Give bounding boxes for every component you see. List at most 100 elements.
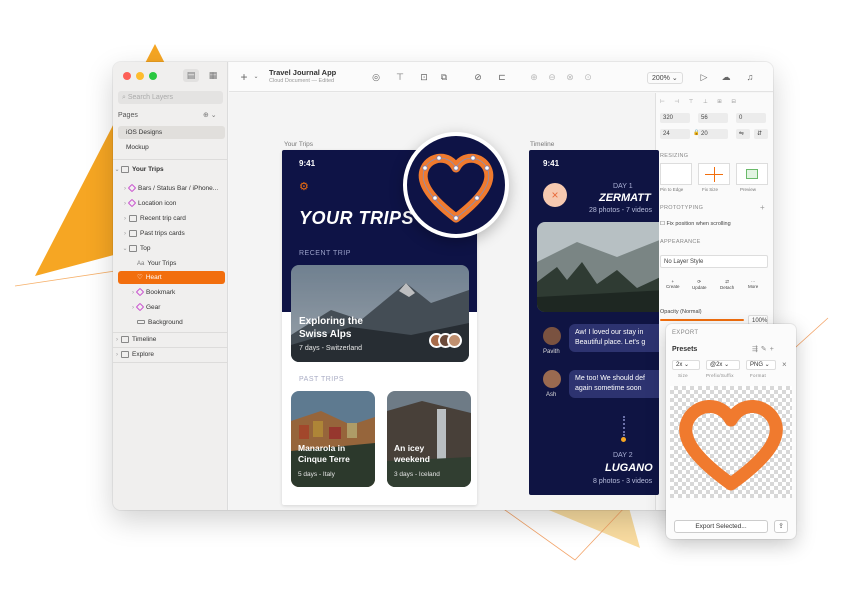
zoom-select[interactable]: 200% ⌄ <box>647 72 683 84</box>
layer-location-icon[interactable]: › Location icon <box>113 197 228 210</box>
y-position-field[interactable]: 56 <box>698 113 728 123</box>
chevron-right-icon[interactable]: › <box>121 228 129 241</box>
eyedropper-icon[interactable]: ✎ <box>761 346 770 353</box>
layer-label: Bars / Status Bar / iPhone... <box>138 185 219 192</box>
layers-view-icon[interactable]: ▤ <box>183 69 199 82</box>
artboard-timeline[interactable]: 9:41 × DAY 1 ZERMATT 28 photos - 7 video… <box>529 150 659 495</box>
flip-vertical-icon[interactable]: ⇵ <box>754 129 768 139</box>
fix-size-control[interactable] <box>698 163 730 185</box>
add-page-icon[interactable]: ⊕ ⌄ <box>203 111 217 119</box>
layer-heart[interactable]: ♡ Heart <box>118 271 225 284</box>
add-icon[interactable]: + <box>770 346 777 353</box>
close-icon[interactable]: × <box>543 183 567 207</box>
intersect-icon[interactable]: ⊗ <box>565 72 575 82</box>
create-style-button[interactable]: + Create <box>666 279 680 289</box>
detach-style-button[interactable]: ⇄ Detach <box>720 279 734 290</box>
opacity-slider[interactable] <box>660 319 744 321</box>
detach-label: Detach <box>720 285 735 290</box>
layer-your-trips-text[interactable]: Aa Your Trips <box>113 257 228 270</box>
width-field[interactable]: 24 <box>660 129 690 139</box>
export-prefix-value: @2x <box>710 362 723 368</box>
page-label: Mockup <box>126 144 149 151</box>
minimize-window-button[interactable] <box>136 72 144 80</box>
group-icon[interactable]: ⧉ <box>439 72 449 82</box>
layer-label: Explore <box>132 351 155 358</box>
height-field[interactable]: 20 <box>698 129 728 139</box>
insert-plus-icon[interactable]: + <box>239 71 249 83</box>
export-size-select[interactable]: 2x ⌄ <box>672 360 700 370</box>
grid-icon[interactable]: ⊡ <box>419 72 429 82</box>
layer-recent-trip-card[interactable]: › Recent trip card <box>113 212 228 225</box>
search-layers-input[interactable]: ⌕ Search Layers <box>118 91 223 104</box>
components-view-icon[interactable]: ▦ <box>205 69 221 82</box>
rotation-field[interactable]: 0 <box>736 113 766 123</box>
subtract-icon[interactable]: ⊖ <box>547 72 557 82</box>
layer-artboard-timeline[interactable]: › Timeline <box>113 333 228 346</box>
gear-icon[interactable]: ⚙ <box>299 180 309 193</box>
layer-bookmark[interactable]: › Bookmark <box>113 286 228 299</box>
fix-size-indicator <box>714 167 715 182</box>
stamp-icon[interactable]: ⊤ <box>395 72 405 82</box>
format-caption: Format <box>750 373 767 378</box>
zoom-window-button[interactable] <box>149 72 157 80</box>
recent-trip-card[interactable]: Exploring the Swiss Alps 7 days - Switzer… <box>291 265 469 362</box>
chevron-right-icon[interactable]: › <box>121 198 129 211</box>
trip-companions-avatars <box>429 333 465 351</box>
pin-to-edge-control[interactable] <box>660 163 692 185</box>
x-position-field[interactable]: 320 <box>660 113 690 123</box>
chevron-down-icon[interactable]: ⌄ <box>113 164 121 177</box>
past-trip-card[interactable]: An icey weekend 3 days - Iceland <box>387 391 471 487</box>
play-icon[interactable]: ▷ <box>699 72 709 82</box>
chevron-right-icon[interactable]: › <box>129 287 137 300</box>
artboard-label-your-trips: Your Trips <box>284 141 314 148</box>
fix-position-checkbox[interactable]: ☐ Fix position when scrolling <box>660 221 731 227</box>
export-prefix-field[interactable]: @2x ⌄ <box>706 360 740 370</box>
page-item-mockup[interactable]: Mockup <box>118 141 233 154</box>
scale-icon[interactable]: ⊏ <box>497 72 507 82</box>
layer-style-select[interactable]: No Layer Style <box>660 255 768 268</box>
mask-icon[interactable]: ⊘ <box>473 72 483 82</box>
layer-artboard-your-trips[interactable]: ⌄ Your Trips <box>113 163 228 176</box>
cloud-icon[interactable]: ☁ <box>721 72 731 82</box>
heart-icon[interactable] <box>407 136 505 234</box>
union-icon[interactable]: ⊕ <box>529 72 539 82</box>
flip-horizontal-icon[interactable]: ⇋ <box>736 129 750 139</box>
avatar-ash[interactable] <box>543 370 561 388</box>
align-toolbar[interactable]: ⊢ ⊣ ⊤ ⊥ ⊞ ⊟ <box>660 99 740 105</box>
remove-export-icon[interactable]: × <box>782 360 787 369</box>
preview-box <box>746 169 758 179</box>
notification-bell-icon[interactable]: ♫ <box>745 72 755 82</box>
chevron-down-icon[interactable]: ⌄ <box>251 72 261 82</box>
sliders-icon[interactable]: ⇶ <box>752 346 761 353</box>
avatar-pavith[interactable] <box>543 327 561 345</box>
close-window-button[interactable] <box>123 72 131 80</box>
chevron-right-icon[interactable]: › <box>113 334 121 347</box>
layer-gear[interactable]: › Gear <box>113 301 228 314</box>
prefix-caption: Prefix/Suffix <box>706 373 734 378</box>
export-selected-button[interactable]: Export Selected... <box>674 520 768 533</box>
layer-past-trips-cards[interactable]: › Past trips cards <box>113 227 228 240</box>
layer-artboard-explore[interactable]: › Explore <box>113 348 228 361</box>
symbol-create-icon[interactable]: ◎ <box>371 72 381 82</box>
layer-status-bar[interactable]: › Bars / Status Bar / iPhone... <box>113 182 228 195</box>
layer-top-group[interactable]: ⌄ Top <box>113 242 228 255</box>
export-tools[interactable]: ⇶✎+ <box>752 345 777 353</box>
difference-icon[interactable]: ⊙ <box>583 72 593 82</box>
recent-trip-label: RECENT TRIP <box>299 250 351 257</box>
page-item-ios-designs[interactable]: iOS Designs <box>118 126 225 139</box>
chevron-right-icon[interactable]: › <box>129 302 137 315</box>
export-format-select[interactable]: PNG ⌄ <box>746 360 776 370</box>
layer-background[interactable]: Background <box>113 316 228 329</box>
chevron-right-icon[interactable]: › <box>113 349 121 362</box>
update-style-button[interactable]: ⟳ Update <box>692 279 707 290</box>
appearance-header: APPEARANCE <box>660 239 701 245</box>
add-prototyping-icon[interactable]: + <box>760 203 765 212</box>
chevron-down-icon[interactable]: ⌄ <box>121 243 129 256</box>
chevron-right-icon[interactable]: › <box>121 213 129 226</box>
layer-label: Recent trip card <box>140 215 186 222</box>
chevron-right-icon[interactable]: › <box>121 183 129 196</box>
past-trip-card[interactable]: Manarola in Cinque Terre 5 days - Italy <box>291 391 375 487</box>
zermatt-photo[interactable] <box>537 222 659 312</box>
share-icon[interactable]: ⇪ <box>774 520 788 533</box>
more-style-button[interactable]: ··· More <box>748 279 758 289</box>
